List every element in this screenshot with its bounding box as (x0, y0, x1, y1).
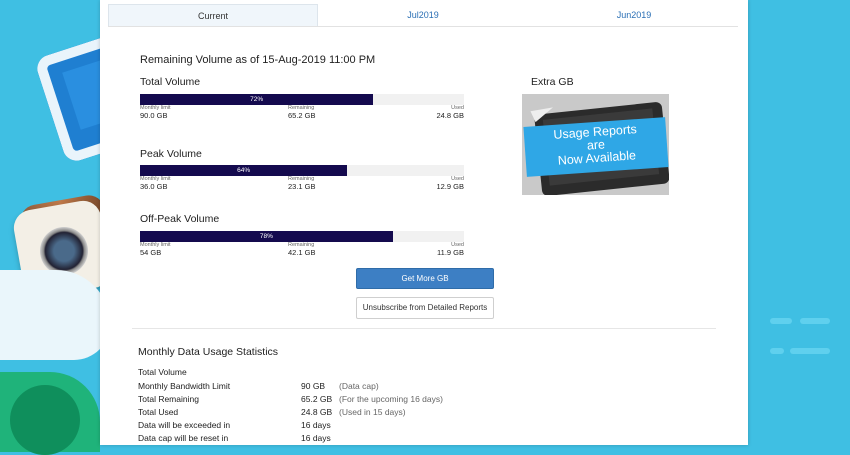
get-more-gb-button[interactable]: Get More GB (356, 268, 494, 289)
extra-gb-label: Extra GB (531, 76, 574, 88)
off-peak-volume-details: Monthly limit 54 GB Remaining 42.1 GB Used… (140, 242, 464, 258)
stats-row-value: 65.2 GB (301, 394, 333, 404)
off-peak-volume-bar: 78% (140, 231, 464, 242)
stats-row: Monthly Bandwidth Limit 90 GB (Data cap) (138, 381, 538, 393)
peak-volume-label: Peak Volume (140, 148, 202, 160)
remaining-volume-heading: Remaining Volume as of 15-Aug-2019 11:00… (140, 54, 376, 66)
stats-row-note: (Data cap) (339, 381, 379, 391)
background-dash (770, 318, 792, 324)
remaining-value: 23.1 GB (288, 182, 316, 191)
total-volume-details: Monthly limit 90.0 GB Remaining 65.2 GB Us… (140, 105, 464, 121)
tab-jul2019[interactable]: Jul2019 (318, 4, 528, 26)
off-peak-volume-label: Off-Peak Volume (140, 213, 220, 225)
stats-row: Data cap will be reset in 16 days (138, 433, 538, 445)
remaining-value: 65.2 GB (288, 111, 316, 120)
stats-row: Total Remaining 65.2 GB (For the upcomin… (138, 394, 538, 406)
peak-volume-details: Monthly limit 36.0 GB Remaining 23.1 GB Us… (140, 176, 464, 192)
monthly-limit-value: 90.0 GB (140, 111, 168, 120)
monthly-limit-value: 36.0 GB (140, 182, 168, 191)
stats-row: Total Used 24.8 GB (Used in 15 days) (138, 407, 538, 419)
stats-row-note: (Used in 15 days) (339, 407, 406, 417)
stats-row-value: 90 GB (301, 381, 326, 391)
stats-row-label: Data will be exceeded in (138, 420, 231, 430)
used-value: 12.9 GB (436, 182, 464, 191)
background-dash (770, 348, 784, 354)
tab-current[interactable]: Current (108, 4, 318, 26)
background-camera-lens (40, 227, 88, 275)
stats-row-label: Monthly Bandwidth Limit (138, 381, 231, 391)
used-value: 24.8 GB (436, 111, 464, 120)
stats-subtitle: Total Volume (138, 367, 187, 377)
period-tabs: Current Jul2019 Jun2019 (108, 4, 738, 27)
total-volume-percent: 72% (250, 96, 264, 103)
stats-row: Data will be exceeded in 16 days (138, 420, 538, 432)
total-volume-bar: 72% (140, 94, 464, 105)
peak-volume-bar: 64% (140, 165, 464, 176)
stats-row-label: Data cap will be reset in (138, 433, 229, 443)
stats-row-label: Total Remaining (138, 394, 199, 404)
monthly-limit-value: 54 GB (140, 248, 162, 257)
stats-row-value: 24.8 GB (301, 407, 333, 417)
stats-row-note: (For the upcoming 16 days) (339, 394, 443, 404)
peak-volume-percent: 64% (237, 167, 251, 174)
section-divider (132, 328, 716, 329)
background-dash (800, 318, 830, 324)
monthly-stats-title: Monthly Data Usage Statistics (138, 346, 279, 358)
usage-panel: Current Jul2019 Jun2019 Remaining Volume… (100, 0, 748, 445)
unsubscribe-reports-button[interactable]: Unsubscribe from Detailed Reports (356, 297, 494, 319)
used-value: 11.9 GB (437, 248, 464, 257)
background-dash (790, 348, 830, 354)
stats-row-label: Total Used (138, 407, 179, 417)
stats-row-value: 16 days (301, 433, 331, 443)
stats-row-value: 16 days (301, 420, 331, 430)
total-volume-label: Total Volume (140, 76, 201, 88)
off-peak-volume-percent: 78% (259, 233, 273, 240)
remaining-value: 42.1 GB (288, 248, 316, 257)
tab-jun2019[interactable]: Jun2019 (528, 4, 740, 26)
usage-reports-promo-image[interactable]: Usage Reports are Now Available (522, 94, 669, 195)
